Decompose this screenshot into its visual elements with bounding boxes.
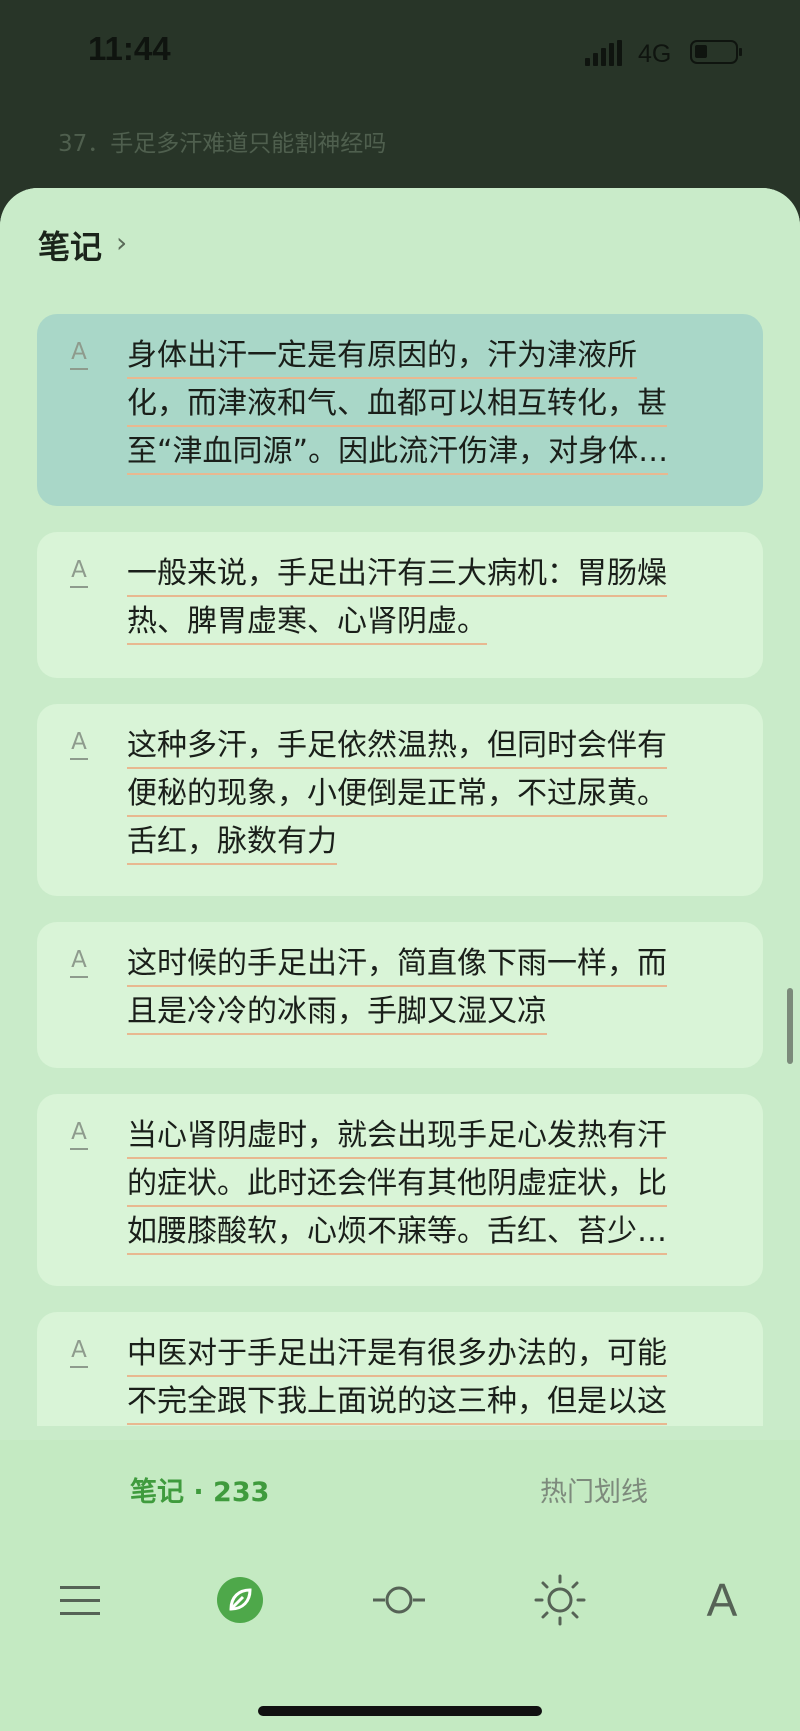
note-highlight-icon: A <box>68 946 90 978</box>
note-line: 身体出汗一定是有原因的，汗为津液所 <box>127 332 767 380</box>
note-highlight-icon: A <box>68 556 90 588</box>
status-time: 11:44 <box>88 30 171 67</box>
note-line: 的症状。此时还会伴有其他阴虚症状，比 <box>127 1160 767 1208</box>
brightness-icon[interactable] <box>530 1570 590 1630</box>
note-line-text: 便秘的现象，小便倒是正常，不过尿黄。 <box>127 776 667 817</box>
note-line-text: 当心肾阴虚时，就会出现手足心发热有汗 <box>127 1118 667 1159</box>
note-line-text: 身体出汗一定是有原因的，汗为津液所 <box>127 338 637 379</box>
note-text: 当心肾阴虚时，就会出现手足心发热有汗 的症状。此时还会伴有其他阴虚症状，比 如腰膝酸… <box>127 1112 767 1256</box>
note-line: 化，而津液和气、血都可以相互转化，甚 <box>127 380 767 428</box>
note-line: 且是冷冷的冰雨，手脚又湿又凉 <box>127 988 767 1036</box>
note-card[interactable]: A 中医对于手足出汗是有很多办法的，可能 不完全跟下我上面说的这三种，但是以这 <box>37 1312 763 1426</box>
note-highlight-icon: A <box>68 1336 90 1368</box>
status-bar: 11:44 4G <box>0 0 800 100</box>
note-text: 这种多汗，手足依然温热，但同时会伴有 便秘的现象，小便倒是正常，不过尿黄。 舌红，脉… <box>127 722 767 866</box>
notes-list[interactable]: A 身体出汗一定是有原因的，汗为津液所 化，而津液和气、血都可以相互转化，甚 至“津血… <box>0 296 800 1426</box>
font-icon-label: A <box>706 1574 738 1626</box>
note-line-text: 如腰膝酸软，心烦不寐等。舌红、苔少… <box>127 1214 667 1255</box>
note-line-text: 这种多汗，手足依然温热，但同时会伴有 <box>127 728 667 769</box>
note-line: 不完全跟下我上面说的这三种，但是以这 <box>127 1378 767 1426</box>
note-card[interactable]: A 这时候的手足出汗，简直像下雨一样，而 且是冷冷的冰雨，手脚又湿又凉 <box>37 922 763 1068</box>
note-line: 热、脾胃虚寒、心肾阴虚。 <box>127 598 767 646</box>
note-line: 中医对于手足出汗是有很多办法的，可能 <box>127 1330 767 1378</box>
note-text: 一般来说，手足出汗有三大病机：胃肠燥 热、脾胃虚寒、心肾阴虚。 <box>127 550 767 646</box>
chevron-right-icon[interactable]: › <box>116 226 127 259</box>
note-line: 一般来说，手足出汗有三大病机：胃肠燥 <box>127 550 767 598</box>
note-highlight-icon: A <box>68 338 90 370</box>
note-card[interactable]: A 身体出汗一定是有原因的，汗为津液所 化，而津液和气、血都可以相互转化，甚 至“津血… <box>37 314 763 506</box>
note-text: 中医对于手足出汗是有很多办法的，可能 不完全跟下我上面说的这三种，但是以这 <box>127 1330 767 1426</box>
network-label: 4G <box>638 40 672 68</box>
note-line: 这时候的手足出汗，简直像下雨一样，而 <box>127 940 767 988</box>
note-line-text: 中医对于手足出汗是有很多办法的，可能 <box>127 1336 667 1377</box>
note-line-text: 舌红，脉数有力 <box>127 824 337 865</box>
note-line: 如腰膝酸软，心烦不寐等。舌红、苔少… <box>127 1208 767 1256</box>
note-line-text: 的症状。此时还会伴有其他阴虚症状，比 <box>127 1166 667 1207</box>
tab-notes[interactable]: 笔记 · 233 <box>130 1470 269 1509</box>
leaf-icon[interactable] <box>217 1577 263 1623</box>
note-line-text: 化，而津液和气、血都可以相互转化，甚 <box>127 386 667 427</box>
note-line: 当心肾阴虚时，就会出现手足心发热有汗 <box>127 1112 767 1160</box>
home-indicator[interactable] <box>258 1706 542 1716</box>
note-line: 便秘的现象，小便倒是正常，不过尿黄。 <box>127 770 767 818</box>
note-highlight-icon: A <box>68 728 90 760</box>
signal-icon <box>585 40 625 66</box>
scrollbar-thumb[interactable] <box>787 988 793 1064</box>
note-text: 身体出汗一定是有原因的，汗为津液所 化，而津液和气、血都可以相互转化，甚 至“津血同… <box>127 332 767 476</box>
bottom-panel: 笔记 · 233 热门划线 A <box>0 1440 800 1731</box>
note-card[interactable]: A 这种多汗，手足依然温热，但同时会伴有 便秘的现象，小便倒是正常，不过尿黄。 舌红，… <box>37 704 763 896</box>
note-line-text: 一般来说，手足出汗有三大病机：胃肠燥 <box>127 556 667 597</box>
font-icon[interactable]: A <box>692 1570 752 1630</box>
sheet-header[interactable]: 笔记 › <box>0 188 800 293</box>
note-card[interactable]: A 当心肾阴虚时，就会出现手足心发热有汗 的症状。此时还会伴有其他阴虚症状，比 如腰膝… <box>37 1094 763 1286</box>
tab-hot-highlights[interactable]: 热门划线 <box>540 1470 648 1509</box>
note-line: 至“津血同源”。因此流汗伤津，对身体… <box>127 428 767 476</box>
battery-icon <box>690 40 742 64</box>
note-highlight-icon: A <box>68 1118 90 1150</box>
progress-icon[interactable] <box>369 1570 429 1630</box>
chapter-title: 37．手足多汗难道只能割神经吗 <box>58 131 387 157</box>
note-line-text: 这时候的手足出汗，简直像下雨一样，而 <box>127 946 667 987</box>
note-text: 这时候的手足出汗，简直像下雨一样，而 且是冷冷的冰雨，手脚又湿又凉 <box>127 940 767 1036</box>
note-card[interactable]: A 一般来说，手足出汗有三大病机：胃肠燥 热、脾胃虚寒、心肾阴虚。 <box>37 532 763 678</box>
note-line-text: 热、脾胃虚寒、心肾阴虚。 <box>127 604 487 645</box>
note-line: 舌红，脉数有力 <box>127 818 767 866</box>
note-line-text: 且是冷冷的冰雨，手脚又湿又凉 <box>127 994 547 1035</box>
notes-sheet: 笔记 › A 身体出汗一定是有原因的，汗为津液所 化，而津液和气、血都可以相互转化，… <box>0 188 800 1731</box>
note-line-text: 不完全跟下我上面说的这三种，但是以这 <box>127 1384 667 1425</box>
note-line: 这种多汗，手足依然温热，但同时会伴有 <box>127 722 767 770</box>
menu-icon[interactable] <box>50 1570 110 1630</box>
sheet-title[interactable]: 笔记 <box>38 222 102 268</box>
note-line-text: 至“津血同源”。因此流汗伤津，对身体… <box>127 434 669 475</box>
